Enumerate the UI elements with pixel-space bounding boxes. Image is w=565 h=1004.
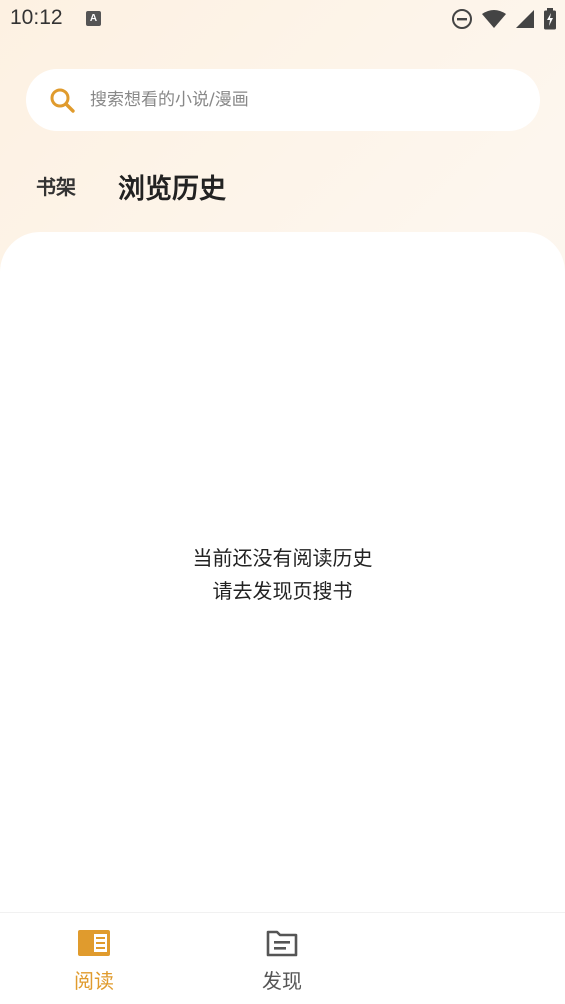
dnd-icon [452, 9, 472, 29]
a-icon: A [86, 11, 101, 26]
nav-label-discover: 发现 [262, 969, 302, 993]
history-list-panel: 当前还没有阅读历史 请去发现页搜书 [0, 232, 565, 912]
empty-state-hint: 请去发现页搜书 [212, 579, 353, 603]
discover-icon [266, 930, 298, 957]
search-bar[interactable] [26, 69, 540, 131]
tab-bookshelf[interactable]: 书架 [36, 171, 76, 200]
status-bar: 10:12 A [0, 0, 565, 40]
wifi-icon [482, 10, 506, 28]
tab-browse-history[interactable]: 浏览历史 [118, 167, 226, 206]
battery-charging-icon [544, 8, 556, 30]
search-input[interactable] [90, 69, 510, 131]
nav-label-read: 阅读 [74, 969, 114, 993]
empty-state-message: 当前还没有阅读历史 [192, 546, 373, 570]
nav-item-read[interactable]: 阅读 [34, 913, 154, 1004]
status-icons [451, 8, 557, 30]
nav-item-discover[interactable]: 发现 [222, 913, 342, 1004]
signal-icon [516, 10, 534, 28]
search-icon[interactable] [48, 86, 76, 114]
bottom-nav: 阅读 发现 [0, 912, 565, 1004]
book-icon [78, 930, 110, 956]
status-time: 10:12 [10, 6, 63, 29]
